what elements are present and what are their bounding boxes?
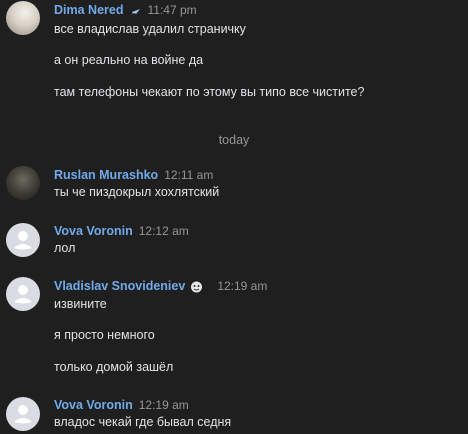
message-text: а он реально на войне да (54, 53, 204, 67)
message-time[interactable]: 12:11 am (164, 168, 213, 182)
message-header: Vova Voronin 12:12 am (54, 222, 189, 240)
avatar[interactable] (6, 397, 40, 431)
avatar[interactable] (6, 277, 40, 311)
author-name[interactable]: Vova Voronin (54, 398, 133, 412)
message-text: ты че пиздокрыл хохлятский (54, 185, 220, 199)
message-header: Ruslan Murashko 12:11 am (54, 166, 213, 184)
message-text: я просто немного (54, 328, 155, 342)
date-divider: today (218, 133, 250, 147)
avatar[interactable] (6, 223, 40, 257)
author-name[interactable]: Vova Voronin (54, 224, 133, 238)
message-header: Vova Voronin 12:19 am (54, 396, 189, 414)
message-time[interactable]: 12:19 am (217, 279, 267, 293)
message-text: там телефоны чекают по этому вы типо все… (54, 85, 365, 99)
message-time[interactable]: 12:19 am (139, 398, 189, 412)
message-text: лол (54, 241, 76, 255)
message-header: Vladislav Snovideniev 12:19 am (54, 277, 267, 295)
default-avatar-icon (14, 285, 32, 304)
message-text: владос чекай где бывал седня (54, 415, 232, 429)
avatar[interactable] (6, 166, 40, 200)
default-avatar-icon (14, 405, 32, 424)
message-time[interactable]: 12:12 am (139, 224, 189, 238)
message-text: все владислав удалил страничку (54, 22, 246, 36)
rocket-icon (128, 5, 141, 17)
emoji-status-icon (190, 280, 203, 293)
message-text: извините (54, 297, 107, 311)
message-text: только домой зашёл (54, 360, 174, 374)
avatar[interactable] (6, 1, 40, 35)
default-avatar-icon (14, 231, 32, 250)
author-name[interactable]: Dima Nered (54, 3, 123, 17)
chat-history: Dima Nered 11:47 pm все владислав удалил… (0, 0, 468, 434)
author-name[interactable]: Vladislav Snovideniev (54, 279, 185, 293)
author-name[interactable]: Ruslan Murashko (54, 168, 158, 182)
message-header: Dima Nered 11:47 pm (54, 1, 197, 19)
message-time[interactable]: 11:47 pm (147, 3, 196, 17)
